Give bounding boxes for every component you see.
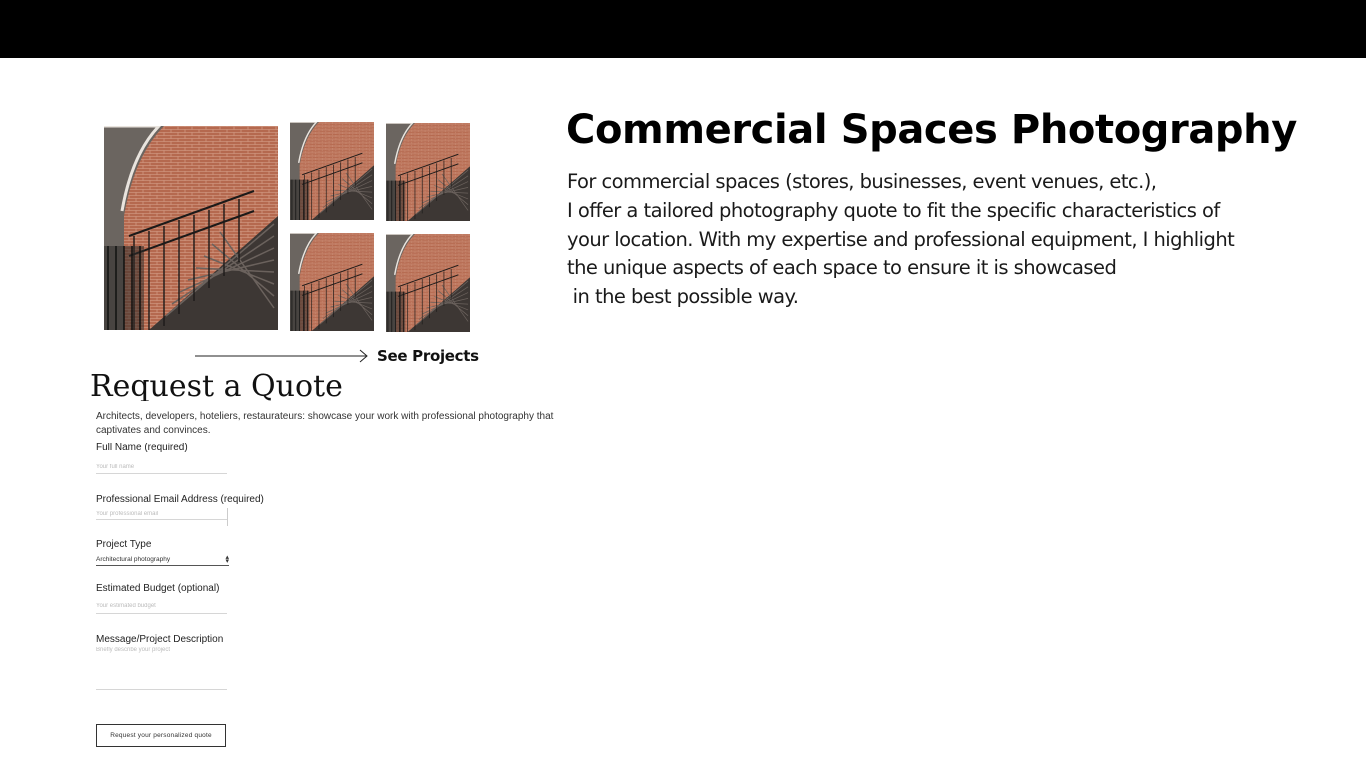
request-quote-button[interactable]: Request your personalized quote xyxy=(96,724,226,747)
budget-label: Estimated Budget (optional) xyxy=(96,583,220,594)
staircase-photo-thumb-2[interactable] xyxy=(386,123,470,221)
full-name-input[interactable] xyxy=(96,460,227,474)
full-name-label: Full Name (required) xyxy=(96,443,188,453)
staircase-photo-thumb-3[interactable] xyxy=(290,233,374,331)
budget-input[interactable] xyxy=(96,599,227,614)
message-label: Message/Project Description xyxy=(96,634,224,645)
see-projects-link[interactable]: See Projects xyxy=(195,343,485,369)
project-type-value: Architectural photography xyxy=(96,556,171,563)
top-header-bar xyxy=(0,0,1366,58)
project-type-select[interactable]: Architectural photography ▴ ▾ xyxy=(96,554,229,566)
message-textarea[interactable] xyxy=(96,647,227,690)
see-projects-label: See Projects xyxy=(377,347,479,365)
quote-form-intro: Architects, developers, hoteliers, resta… xyxy=(96,411,554,436)
text-cursor xyxy=(227,508,228,526)
staircase-photo-thumb-4[interactable] xyxy=(386,234,470,332)
page-title: Commercial Spaces Photography xyxy=(566,107,1297,153)
staircase-photo-main[interactable] xyxy=(104,126,278,330)
hero-description: For commercial spaces (stores, businesse… xyxy=(567,170,1235,309)
project-type-label: Project Type xyxy=(96,539,152,550)
email-label: Professional Email Address (required) xyxy=(96,494,264,505)
quote-form-title: Request a Quote xyxy=(90,369,343,401)
email-input[interactable] xyxy=(96,509,227,520)
staircase-photo-thumb-1[interactable] xyxy=(290,122,374,220)
select-arrows-icon: ▴ ▾ xyxy=(225,553,229,565)
long-arrow-right-icon xyxy=(195,349,368,363)
